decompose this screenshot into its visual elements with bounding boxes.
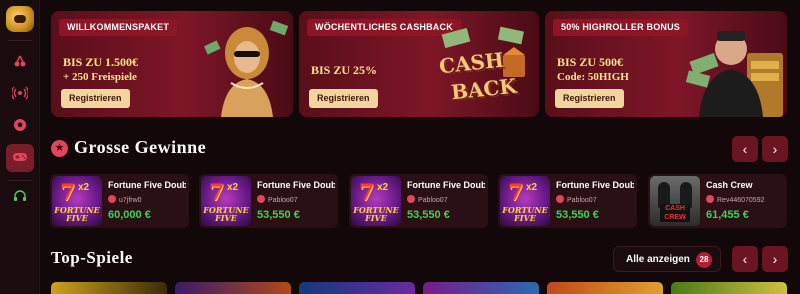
win-amount: 53,550 € xyxy=(257,209,300,221)
win-username: u7jfrw0 xyxy=(119,197,142,204)
section-title-big-wins: Grosse Gewinne xyxy=(74,137,207,157)
win-game-name: Fortune Five Double xyxy=(257,180,335,190)
sidebar-divider xyxy=(8,40,32,41)
user-icon xyxy=(706,195,714,203)
game-thumbnail: 7 x2 FORTUNE FIVE xyxy=(52,176,102,226)
chevron-right-icon: › xyxy=(772,141,778,157)
big-wins-next-button[interactable]: › xyxy=(762,136,788,162)
top-games-next-button[interactable]: › xyxy=(762,246,788,272)
thumb-multiplier: x2 xyxy=(227,182,239,193)
promo-banner-cashback[interactable]: WÖCHENTLICHES CASHBACK BIS ZU 25% Regist… xyxy=(299,11,539,117)
glamour-woman-illustration xyxy=(203,20,289,117)
live-broadcast-icon xyxy=(11,86,29,103)
sidebar-item-support[interactable] xyxy=(6,184,34,212)
show-all-button[interactable]: Alle anzeigen 28 xyxy=(613,246,721,272)
casino-logo[interactable] xyxy=(6,6,34,32)
gamepad-icon xyxy=(12,150,28,166)
win-user: Pabloo07 xyxy=(257,195,298,204)
win-game-name: Fortune Five Double xyxy=(407,180,485,190)
game-tile[interactable] xyxy=(299,282,415,294)
game-tile[interactable] xyxy=(175,282,291,294)
chevron-right-icon: › xyxy=(772,251,778,267)
game-tile[interactable] xyxy=(423,282,539,294)
win-username: Pabloo07 xyxy=(567,197,597,204)
win-game-name: Cash Crew xyxy=(706,180,753,190)
promo-banner-welcome[interactable]: WILLKOMMENSPAKET BIS ZU 1.500€ + 250 Fre… xyxy=(51,11,293,117)
game-thumbnail: 7 x2 FORTUNE FIVE xyxy=(201,176,251,226)
register-button[interactable]: Registrieren xyxy=(555,89,624,108)
soccer-ball-icon xyxy=(13,118,27,135)
game-thumbnail: 7 x2 FORTUNE FIVE xyxy=(351,176,401,226)
game-tile[interactable] xyxy=(547,282,663,294)
user-icon xyxy=(257,195,265,203)
thumb-multiplier: x2 xyxy=(377,182,389,193)
highroller-man-illustration xyxy=(685,31,783,117)
casino-app: WILLKOMMENSPAKET BIS ZU 1.500€ + 250 Fre… xyxy=(0,0,800,294)
thumb-multiplier: x2 xyxy=(526,182,538,193)
win-amount: 53,550 € xyxy=(556,209,599,221)
win-game-name: Fortune Five Double xyxy=(108,180,186,190)
show-all-label: Alle anzeigen xyxy=(626,254,690,265)
win-game-name: Fortune Five Double xyxy=(556,180,634,190)
win-user: u7jfrw0 xyxy=(108,195,142,204)
user-icon xyxy=(407,195,415,203)
user-icon xyxy=(556,195,564,203)
cherry-icon xyxy=(13,54,27,71)
win-card[interactable]: CASH CREW Cash Crew Rev446070592 61,455 … xyxy=(648,174,787,228)
banner-tag: WILLKOMMENSPAKET xyxy=(59,19,178,36)
thumb-title: CASH CREW xyxy=(660,204,690,222)
register-button[interactable]: Registrieren xyxy=(61,89,130,108)
game-thumbnail: CASH CREW xyxy=(650,176,700,226)
thumb-seven: 7 xyxy=(209,180,225,206)
win-amount: 61,455 € xyxy=(706,209,749,221)
sidebar-divider xyxy=(8,180,32,181)
thumb-title: FORTUNE FIVE xyxy=(502,205,548,223)
win-username: Pabloo07 xyxy=(418,197,448,204)
register-button[interactable]: Registrieren xyxy=(309,89,378,108)
win-card[interactable]: 7 x2 FORTUNE FIVE Fortune Five Double Pa… xyxy=(349,174,488,228)
chevron-left-icon: ‹ xyxy=(742,141,748,157)
win-user: Rev446070592 xyxy=(706,195,765,204)
chevron-left-icon: ‹ xyxy=(742,251,748,267)
thumb-seven: 7 xyxy=(508,180,524,206)
thumb-title: FORTUNE FIVE xyxy=(203,205,249,223)
headset-support-icon xyxy=(13,189,27,207)
star-icon: ★ xyxy=(51,140,68,157)
game-tile[interactable] xyxy=(671,282,787,294)
win-amount: 60,000 € xyxy=(108,209,151,221)
sidebar-item-live[interactable] xyxy=(6,80,34,108)
thumb-multiplier: x2 xyxy=(78,182,90,193)
thumb-seven: 7 xyxy=(359,180,375,206)
sidebar xyxy=(0,0,40,294)
sidebar-item-slots[interactable] xyxy=(6,48,34,76)
banner-subline: + 250 Freispiele xyxy=(63,71,137,83)
banner-subline: Code: 50HIGH xyxy=(557,71,629,83)
banner-headline: BIS ZU 500€ xyxy=(557,55,624,69)
thumb-title: FORTUNE FIVE xyxy=(54,205,100,223)
thumb-title: FORTUNE FIVE xyxy=(353,205,399,223)
thumb-seven: 7 xyxy=(60,180,76,206)
banner-tag: 50% HIGHROLLER BONUS xyxy=(553,19,689,36)
win-username: Pabloo07 xyxy=(268,197,298,204)
banner-headline: BIS ZU 25% xyxy=(311,63,378,77)
games-count-badge: 28 xyxy=(696,252,712,268)
game-tile[interactable] xyxy=(51,282,167,294)
user-icon xyxy=(108,195,116,203)
top-games-prev-button[interactable]: ‹ xyxy=(732,246,758,272)
game-thumbnail: 7 x2 FORTUNE FIVE xyxy=(500,176,550,226)
win-card[interactable]: 7 x2 FORTUNE FIVE Fortune Five Double Pa… xyxy=(498,174,637,228)
win-user: Pabloo07 xyxy=(556,195,597,204)
big-wins-prev-button[interactable]: ‹ xyxy=(732,136,758,162)
section-title-top-games: Top-Spiele xyxy=(51,248,133,267)
sidebar-item-games[interactable] xyxy=(6,144,34,172)
win-card[interactable]: 7 x2 FORTUNE FIVE Fortune Five Double u7… xyxy=(50,174,189,228)
win-amount: 53,550 € xyxy=(407,209,450,221)
banner-headline: BIS ZU 1.500€ xyxy=(63,55,139,69)
promo-banner-highroller[interactable]: 50% HIGHROLLER BONUS BIS ZU 500€ Code: 5… xyxy=(545,11,787,117)
cashback-sign-illustration: CASH BACK xyxy=(429,25,535,115)
sidebar-item-sports[interactable] xyxy=(6,112,34,140)
win-user: Pabloo07 xyxy=(407,195,448,204)
win-username: Rev446070592 xyxy=(717,197,765,204)
win-card[interactable]: 7 x2 FORTUNE FIVE Fortune Five Double Pa… xyxy=(199,174,338,228)
